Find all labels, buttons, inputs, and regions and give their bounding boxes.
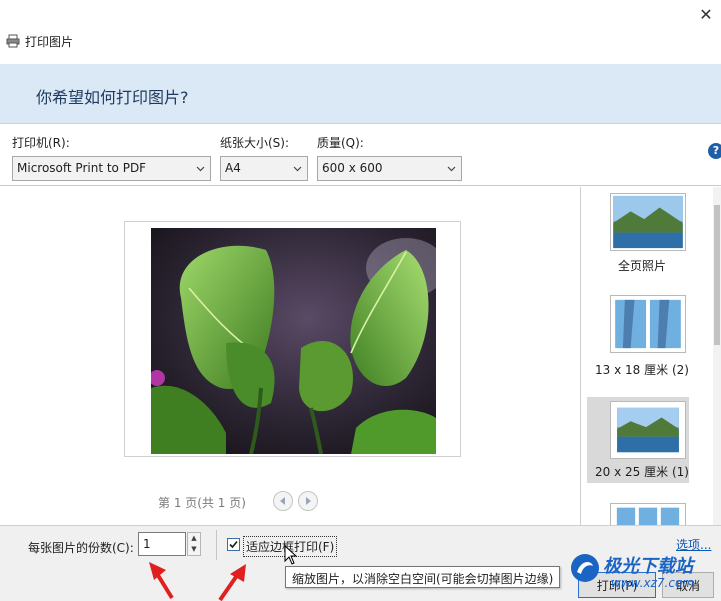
chevron-left-icon (280, 497, 285, 505)
fit-to-frame-checkbox[interactable] (227, 538, 240, 551)
layout-item-full-page[interactable]: 全页照片 (587, 187, 689, 285)
layout-item-13x18[interactable]: 13 x 18 厘米 (2) (587, 293, 689, 383)
layout-scrollbar[interactable] (713, 187, 721, 525)
watermark-text: 极光下载站 (603, 556, 693, 577)
quality-label: 质量(Q): (317, 136, 364, 150)
annotation-arrow-icon (218, 564, 246, 601)
header-band: 你希望如何打印图片? (0, 64, 721, 124)
paper-size-select[interactable]: A4 (220, 156, 308, 181)
stepper-down-icon[interactable]: ▼ (188, 544, 200, 555)
copies-stepper[interactable]: ▲ ▼ (187, 532, 201, 556)
annotation-arrow-icon (149, 562, 174, 600)
copies-input[interactable]: 1 (138, 532, 186, 556)
printer-select[interactable]: Microsoft Print to PDF (12, 156, 211, 181)
preview-page (124, 221, 461, 457)
photo-preview (151, 228, 436, 454)
layout-thumbnail (610, 503, 686, 525)
printer-label: 打印机(R): (12, 136, 70, 150)
layout-label: 13 x 18 厘米 (2) (595, 363, 689, 377)
previous-page-button[interactable] (273, 491, 293, 511)
layout-label: 20 x 25 厘米 (1) (595, 465, 689, 479)
watermark: 极光下载站 www.xz7.com (565, 546, 721, 601)
layout-item-20x25[interactable]: 20 x 25 厘米 (1) (587, 397, 689, 483)
chevron-down-icon (293, 166, 302, 172)
printer-value: Microsoft Print to PDF (17, 161, 147, 175)
next-page-button[interactable] (298, 491, 318, 511)
quality-value: 600 x 600 (322, 161, 383, 175)
paper-size-label: 纸张大小(S): (220, 136, 290, 150)
fit-to-frame-tooltip: 缩放图片，以消除空白空间(可能会切掉图片边缘) (285, 566, 561, 588)
checkmark-icon (229, 540, 238, 549)
layout-thumbnail (610, 401, 686, 459)
title-bar: 打印图片 ✕ (0, 0, 721, 64)
layout-thumbnail (610, 295, 686, 353)
printer-icon (6, 34, 20, 48)
mouse-cursor-icon (284, 545, 298, 565)
watermark-logo-icon (571, 554, 599, 582)
chevron-down-icon (447, 166, 456, 172)
layout-item-more[interactable] (587, 501, 689, 525)
scrollbar-thumb[interactable] (714, 205, 720, 345)
chevron-down-icon (196, 166, 205, 172)
layout-thumbnail (610, 193, 686, 251)
print-preview: 第 1 页(共 1 页) (0, 187, 580, 525)
window-title: 打印图片 (25, 35, 74, 49)
stepper-up-icon[interactable]: ▲ (188, 533, 200, 544)
paper-size-value: A4 (225, 161, 241, 175)
quality-select[interactable]: 600 x 600 (317, 156, 462, 181)
divider (216, 530, 217, 560)
watermark-url: www.xz7.com (611, 576, 694, 590)
dialog-question: 你希望如何打印图片? (36, 88, 189, 107)
chevron-right-icon (306, 497, 311, 505)
close-button[interactable]: ✕ (691, 0, 721, 28)
page-indicator: 第 1 页(共 1 页) (158, 496, 246, 510)
close-icon: ✕ (699, 4, 713, 24)
help-icon[interactable]: ? (708, 143, 721, 159)
layout-list: 全页照片 13 x 18 厘米 (2) 20 x 25 厘米 (1) (580, 187, 721, 525)
print-settings-row: 打印机(R): Microsoft Print to PDF 纸张大小(S): … (0, 124, 721, 186)
layout-label: 全页照片 (617, 259, 666, 273)
copies-label: 每张图片的份数(C): (28, 541, 134, 555)
